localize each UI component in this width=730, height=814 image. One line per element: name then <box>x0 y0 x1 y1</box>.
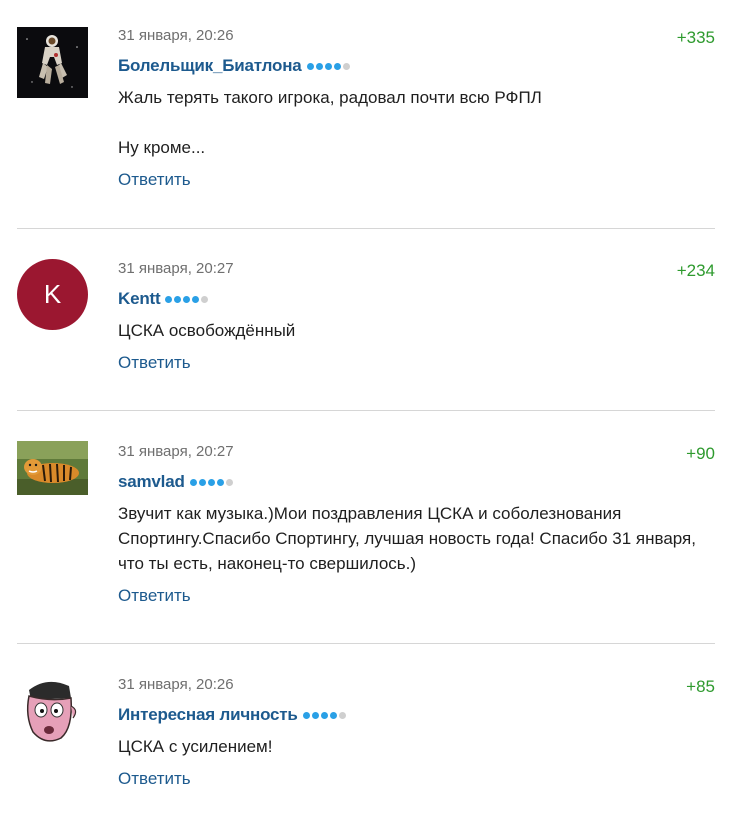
avatar[interactable] <box>17 676 88 747</box>
reply-link[interactable]: Ответить <box>118 768 191 790</box>
comment-item: 31 января, 20:26 +335 Болельщик_Биатлона… <box>17 0 715 229</box>
comment-item: 31 января, 20:26 +85 Интересная личность… <box>17 644 715 814</box>
reply-link[interactable]: Ответить <box>118 169 191 191</box>
user-level-dots <box>189 472 235 494</box>
user-level-dots <box>306 56 352 78</box>
author-name[interactable]: Болельщик_Биатлона <box>118 56 302 75</box>
comment-text: Жаль терять такого игрока, радовал почти… <box>118 88 542 157</box>
comments-list: 31 января, 20:26 +335 Болельщик_Биатлона… <box>0 0 730 814</box>
letter-avatar: K <box>17 259 88 330</box>
comment-date: 31 января, 20:27 <box>118 260 234 277</box>
comment-rating[interactable]: +335 <box>677 28 715 48</box>
author-row: samvlad <box>118 471 715 494</box>
comment-body: 31 января, 20:26 +335 Болельщик_Биатлона… <box>118 26 715 191</box>
reply-link[interactable]: Ответить <box>118 352 191 374</box>
comment-text: Звучит как музыка.)Мои поздравления ЦСКА… <box>118 504 696 573</box>
author-name[interactable]: samvlad <box>118 472 185 491</box>
author-name[interactable]: Интересная личность <box>118 705 298 724</box>
comment-text: ЦСКА освобождённый <box>118 321 296 340</box>
reply-link[interactable]: Ответить <box>118 585 191 607</box>
user-level-dots <box>165 289 210 311</box>
comment-body: 31 января, 20:27 +90 samvlad Звучит как … <box>118 442 715 607</box>
comment-item: K 31 января, 20:27 +234 Kentt ЦСКА освоб… <box>17 229 715 411</box>
avatar[interactable] <box>17 27 88 98</box>
comment-date: 31 января, 20:26 <box>118 676 234 693</box>
comment-body: 31 января, 20:27 +234 Kentt ЦСКА освобож… <box>118 259 715 374</box>
author-row: Болельщик_Биатлона <box>118 55 715 78</box>
tiger-icon <box>17 441 88 495</box>
author-row: Интересная личность <box>118 704 715 727</box>
comment-text: ЦСКА с усилением! <box>118 737 273 756</box>
comment-rating[interactable]: +85 <box>686 677 715 697</box>
comment-rating[interactable]: +234 <box>677 261 715 281</box>
comment-body: 31 января, 20:26 +85 Интересная личность… <box>118 675 715 790</box>
comment-rating[interactable]: +90 <box>686 444 715 464</box>
comment-date: 31 января, 20:26 <box>118 27 234 44</box>
comment-item: 31 января, 20:27 +90 samvlad Звучит как … <box>17 411 715 644</box>
cartoon-face-icon <box>17 676 88 747</box>
author-row: Kentt <box>118 288 715 311</box>
user-level-dots <box>302 705 348 727</box>
comment-date: 31 января, 20:27 <box>118 443 234 460</box>
author-name[interactable]: Kentt <box>118 289 161 308</box>
avatar[interactable]: K <box>17 259 88 330</box>
avatar[interactable] <box>17 441 88 495</box>
astronaut-icon <box>17 27 88 98</box>
